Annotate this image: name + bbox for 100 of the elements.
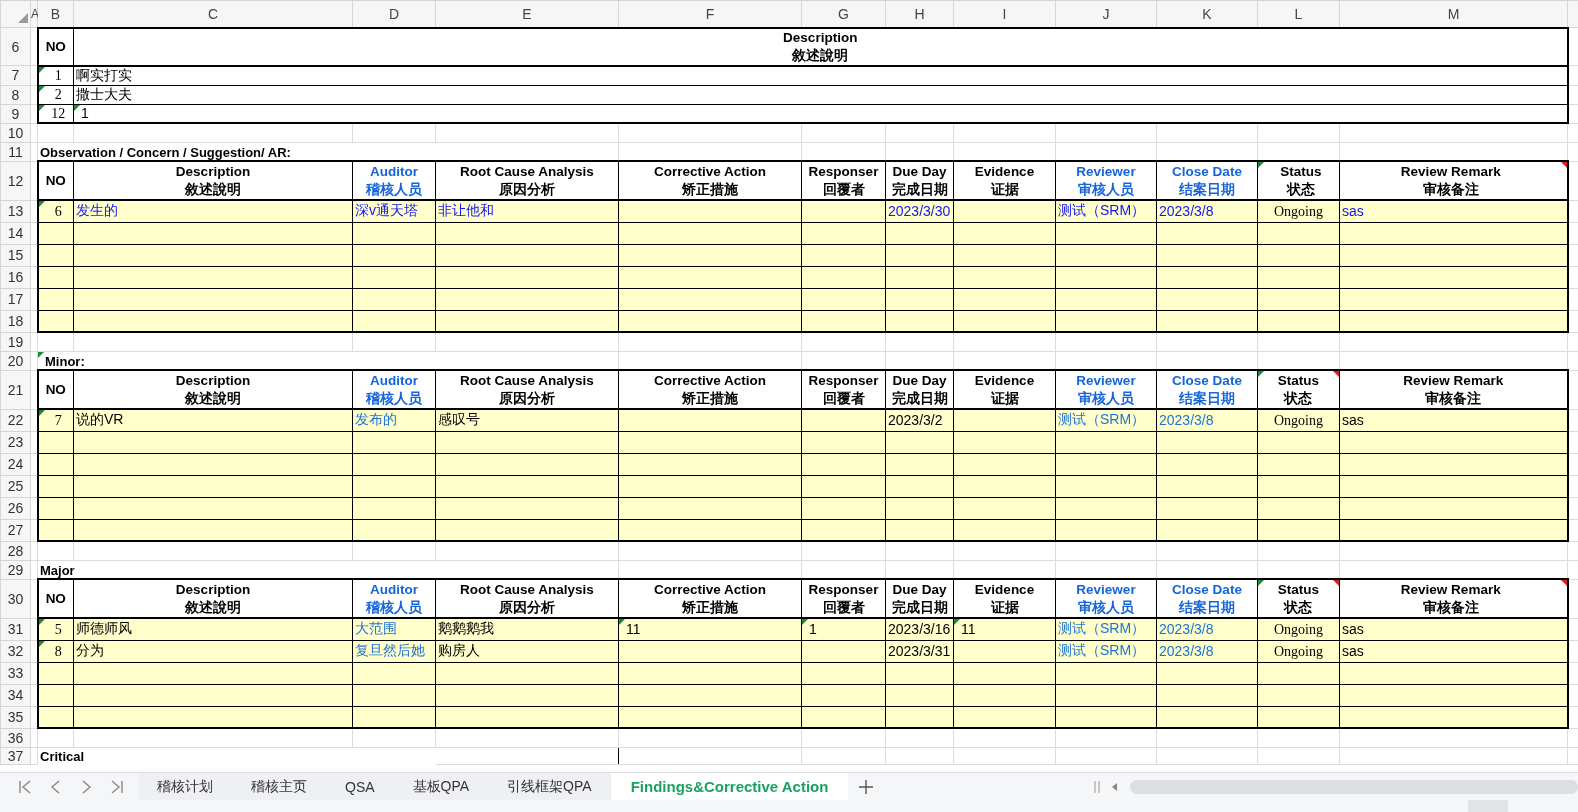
column-header: Close Date 结案日期 <box>1172 372 1242 407</box>
column-header: Close Date 结案日期 <box>1172 581 1242 616</box>
table-cell: 说的VR <box>76 411 124 428</box>
table-cell: 2023/3/30 <box>888 203 951 220</box>
table-cell: 测试（SRM） <box>1058 411 1146 428</box>
column-header: NO <box>45 589 66 608</box>
table-cell: 师德师风 <box>76 620 132 637</box>
row-number[interactable]: 22 <box>0 409 31 431</box>
row-number[interactable]: 17 <box>0 288 31 310</box>
table-cell: 2023/3/8 <box>1159 643 1214 659</box>
horizontal-scrollbar[interactable] <box>1130 779 1578 794</box>
section-title: Major <box>40 563 75 578</box>
column-header: Corrective Action 矫正措施 <box>654 581 766 616</box>
table-cell: 啊实打实 <box>76 66 132 83</box>
column-letter[interactable]: J <box>1055 0 1157 28</box>
section-title: Minor: <box>45 354 85 369</box>
row-number[interactable]: 6 <box>0 27 31 66</box>
row-number[interactable]: 24 <box>0 453 31 475</box>
column-letter[interactable]: I <box>953 0 1056 28</box>
column-header: Reviewer 审核人员 <box>1076 372 1136 407</box>
table-cell: 12 <box>51 105 66 121</box>
row-number[interactable]: 15 <box>0 244 31 266</box>
column-letter[interactable]: M <box>1339 0 1568 28</box>
column-letter[interactable]: L <box>1257 0 1340 28</box>
row-number[interactable]: 33 <box>0 662 31 684</box>
column-header: Evidence 证据 <box>974 581 1035 616</box>
select-all-icon[interactable] <box>18 13 28 23</box>
column-header: NO <box>45 171 66 190</box>
column-header: NO <box>45 380 66 399</box>
column-letter[interactable]: B <box>37 0 74 28</box>
column-header: Responser 回覆者 <box>808 372 879 407</box>
plus-icon <box>858 778 875 795</box>
column-header: Due Day 完成日期 <box>891 581 948 616</box>
column-header: Auditor 稽核人员 <box>366 372 422 407</box>
table-cell: 5 <box>54 621 62 637</box>
column-letter[interactable]: C <box>73 0 353 28</box>
table-cell: 6 <box>54 203 62 219</box>
column-letter[interactable]: A <box>30 0 38 28</box>
row-number[interactable]: 23 <box>0 431 31 453</box>
table-cell: 感叹号 <box>438 411 480 428</box>
table-cell: 测试（SRM） <box>1058 202 1146 219</box>
row-number[interactable]: 34 <box>0 684 31 706</box>
column-header: Description 敘述說明 <box>783 29 858 64</box>
column-header: Auditor 稽核人员 <box>366 581 422 616</box>
table-cell: 8 <box>54 643 62 659</box>
table-cell: 2023/3/2 <box>888 412 943 429</box>
column-letter[interactable]: D <box>352 0 436 28</box>
table-cell: 1 <box>54 68 62 83</box>
row-number[interactable]: 14 <box>0 222 31 244</box>
row-number[interactable]: 35 <box>0 706 31 728</box>
table-cell: Ongoing <box>1274 203 1323 219</box>
column-header: Reviewer 审核人员 <box>1076 163 1136 198</box>
column-header: Description 敘述說明 <box>175 372 251 407</box>
column-header: Evidence 证据 <box>974 163 1035 198</box>
column-letter[interactable]: F <box>618 0 802 28</box>
column-header: Status 状态 <box>1280 163 1322 198</box>
column-header: Status 状态 <box>1277 372 1320 407</box>
column-header: Description 敘述說明 <box>175 163 251 198</box>
row-number[interactable]: 21 <box>0 370 31 409</box>
table-cell: 11 <box>961 621 976 638</box>
column-header: Review Remark 审核备注 <box>1400 581 1501 616</box>
column-header: Auditor 稽核人员 <box>366 163 422 198</box>
row-number[interactable]: 27 <box>0 519 31 541</box>
table-cell: sas <box>1342 203 1364 220</box>
splitter-handle-icon[interactable] <box>1094 779 1101 794</box>
table-cell: 1 <box>809 621 817 638</box>
column-header: Corrective Action 矫正措施 <box>654 372 766 407</box>
table-cell: 11 <box>626 621 641 638</box>
row-number[interactable]: 25 <box>0 475 31 497</box>
table-cell: 测试（SRM） <box>1058 642 1146 658</box>
table-cell: Ongoing <box>1274 643 1323 659</box>
row-number[interactable]: 18 <box>0 310 31 332</box>
section-title: Observation / Concern / Suggestion/ AR: <box>40 145 291 160</box>
row-number[interactable]: 16 <box>0 266 31 288</box>
table-cell: Ongoing <box>1274 621 1323 637</box>
table-cell: 鹅鹅鹅我 <box>438 620 494 637</box>
column-header: Evidence 证据 <box>974 372 1035 407</box>
row-number[interactable]: 26 <box>0 497 31 519</box>
column-header: Status 状态 <box>1277 581 1320 616</box>
table-cell: 大范围 <box>355 620 397 637</box>
row-number[interactable]: 31 <box>0 618 31 640</box>
table-cell: 2023/3/8 <box>1159 203 1214 220</box>
column-header: Close Date 结案日期 <box>1172 163 1242 198</box>
row-number[interactable]: 7 <box>0 65 31 85</box>
column-letter[interactable]: E <box>435 0 619 28</box>
table-cell: 2023/3/16 <box>888 621 951 638</box>
row-number[interactable]: 30 <box>0 579 31 618</box>
row-number[interactable]: 13 <box>0 200 31 222</box>
column-letter[interactable]: K <box>1156 0 1258 28</box>
column-header: Root Cause Analysis 原因分析 <box>460 372 594 407</box>
row-number[interactable]: 32 <box>0 640 31 662</box>
column-header: Corrective Action 矫正措施 <box>654 163 766 198</box>
column-letter[interactable]: H <box>885 0 954 28</box>
table-cell: 测试（SRM） <box>1058 620 1146 637</box>
table-cell: 1 <box>81 105 89 121</box>
column-letter[interactable]: G <box>801 0 886 28</box>
table-cell: 复旦然后她 <box>355 642 425 658</box>
table-cell: 7 <box>54 412 62 428</box>
row-number[interactable]: 12 <box>0 161 31 200</box>
table-cell: sas <box>1342 412 1364 429</box>
